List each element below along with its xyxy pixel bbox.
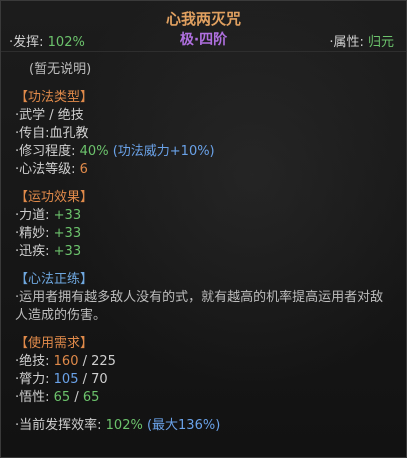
- effect-label: ·力道:: [15, 208, 50, 223]
- origin-label: ·传自:: [15, 126, 50, 141]
- efficiency-value: 102%: [105, 418, 143, 433]
- efficiency-line: ·当前发挥效率: 102% (最大136%): [15, 417, 396, 435]
- effect-row: ·力道: +33: [15, 207, 396, 225]
- requirement-row: ·膂力: 105 / 70: [15, 371, 396, 389]
- effect-row: ·迅疾: +33: [15, 243, 396, 261]
- requirement-row: ·绝技: 160 / 225: [15, 353, 396, 371]
- effect-label: ·迅疾:: [15, 244, 50, 259]
- requirement-current: 160: [53, 354, 79, 369]
- requirement-required: 65: [82, 390, 100, 405]
- skill-description: (暂无说明): [29, 62, 92, 77]
- effect-value: +33: [53, 244, 82, 259]
- level-line: ·心法等级: 6: [15, 161, 396, 179]
- method-description: ·运用者拥有越多敌人没有的式，就有越高的机率提高运用者对敌人造成的伤害。: [15, 290, 384, 323]
- effects-section-heading: 【运功效果】: [15, 190, 94, 205]
- level-label: ·心法等级:: [15, 162, 76, 177]
- requirement-current: 105: [53, 372, 79, 387]
- requirement-sep: /: [78, 354, 92, 369]
- requirement-label: ·膂力:: [15, 372, 50, 387]
- level-value: 6: [79, 162, 88, 177]
- requirement-required: 70: [91, 372, 108, 387]
- requirement-current: 65: [53, 390, 71, 405]
- attribute-stat: ·属性: 归元: [329, 31, 394, 50]
- requirement-label: ·绝技:: [15, 354, 50, 369]
- attribute-value: 归元: [367, 35, 394, 50]
- requirements-section-heading: 【使用需求】: [15, 336, 94, 351]
- requirement-required: 225: [91, 354, 116, 369]
- requirement-sep: /: [78, 372, 92, 387]
- method-section-heading: 【心法正练】: [15, 272, 94, 287]
- effect-label: ·精妙:: [15, 226, 50, 241]
- type-section-heading: 【功法类型】: [15, 90, 94, 105]
- requirement-row: ·悟性: 65 / 65: [15, 389, 396, 407]
- origin-value: 血孔教: [49, 126, 89, 141]
- practice-bonus: (功法威力+10%): [112, 144, 215, 159]
- requirement-label: ·悟性:: [15, 390, 50, 405]
- effect-value: +33: [53, 208, 82, 223]
- attribute-label: ·属性:: [329, 35, 364, 50]
- skill-tooltip-panel: ·发挥: 102% 心我两灭咒 极·四阶 ·属性: 归元 (暂无说明) 【功法类…: [0, 0, 407, 458]
- practice-line: ·修习程度: 40% (功法威力+10%): [15, 143, 396, 161]
- effect-value: +33: [53, 226, 82, 241]
- category-line: ·武学 / 绝技: [15, 108, 84, 123]
- skill-title: 心我两灭咒: [165, 10, 241, 28]
- tooltip-body: (暂无说明) 【功法类型】 ·武学 / 绝技 ·传自:血孔教 ·修习程度: 40…: [15, 61, 396, 435]
- practice-label: ·修习程度:: [15, 144, 76, 159]
- tooltip-header: ·发挥: 102% 心我两灭咒 极·四阶 ·属性: 归元: [1, 1, 406, 52]
- practice-value: 40%: [79, 144, 109, 159]
- effect-row: ·精妙: +33: [15, 225, 396, 243]
- requirement-sep: /: [70, 390, 83, 405]
- efficiency-label: ·当前发挥效率:: [15, 418, 102, 433]
- efficiency-max: (最大136%): [146, 418, 221, 433]
- origin-line: ·传自:血孔教: [15, 125, 396, 143]
